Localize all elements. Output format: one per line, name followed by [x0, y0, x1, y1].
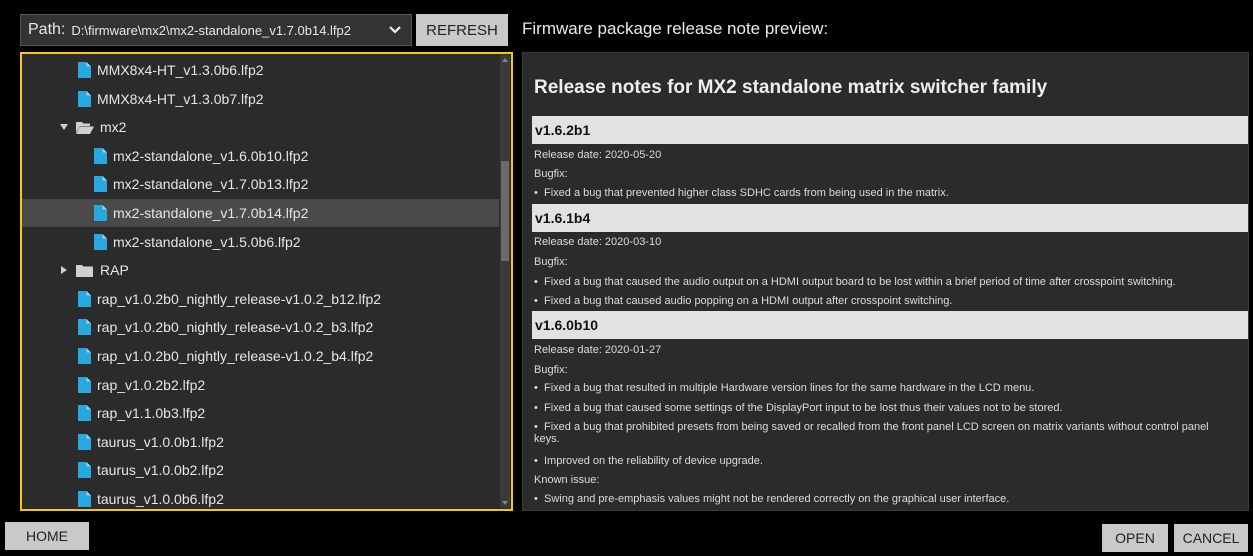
version-header: v1.6.2b1 — [532, 116, 1248, 144]
section-label: Bugfix: — [534, 256, 568, 268]
scroll-thumb[interactable] — [501, 161, 509, 261]
file-icon — [94, 205, 107, 221]
folder-open-icon — [76, 121, 94, 134]
tree-row[interactable]: mx2-standalone_v1.5.0b6.lfp2 — [22, 228, 499, 256]
path-label: Path: — [28, 21, 66, 38]
release-notes-heading: Release notes for MX2 standalone matrix … — [534, 77, 1048, 98]
note-item: • Fixed a bug that prohibited presets fro… — [534, 421, 1209, 445]
note-item: • Fixed a bug that caused audio popping o… — [534, 295, 953, 307]
release-date: Release date: 2020-03-10 — [534, 236, 662, 248]
scroll-up-arrow-icon[interactable] — [502, 57, 508, 63]
tree-row-label: mx2-standalone_v1.7.0b14.lfp2 — [113, 205, 309, 221]
tree-row-label: mx2-standalone_v1.5.0b6.lfp2 — [113, 233, 301, 250]
open-button[interactable]: OPEN — [1102, 524, 1168, 552]
release-notes-panel: Release notes for MX2 standalone matrix … — [522, 52, 1249, 511]
tree-row[interactable]: taurus_v1.0.0b2.lfp2 — [22, 456, 499, 484]
tree-scrollbar[interactable] — [500, 55, 510, 508]
tree-row[interactable]: mx2-standalone_v1.7.0b13.lfp2 — [22, 170, 499, 198]
file-icon — [94, 176, 107, 193]
version-header: v1.6.0b10 — [532, 311, 1248, 339]
caret-down-icon[interactable] — [60, 123, 68, 131]
section-label: Bugfix: — [534, 364, 568, 376]
file-icon — [94, 147, 107, 164]
version-header: v1.6.1b4 — [532, 204, 1248, 232]
tree-row-label: rap_v1.1.0b3.lfp2 — [97, 405, 206, 422]
path-value: D:\firmware\mx2\mx2-standalone_v1.7.0b14… — [71, 22, 351, 38]
cancel-button[interactable]: CANCEL — [1174, 524, 1248, 552]
tree-row[interactable]: MMX8x4-HT_v1.3.0b6.lfp2 — [22, 56, 499, 84]
file-icon — [78, 319, 91, 336]
file-icon — [78, 290, 91, 307]
tree-row[interactable]: RAP — [22, 256, 499, 284]
tree-row[interactable]: rap_v1.0.2b2.lfp2 — [22, 371, 499, 399]
tree-row[interactable]: mx2 — [22, 113, 499, 141]
tree-row-label: rap_v1.0.2b0_nightly_release-v1.0.2_b3.l… — [97, 319, 374, 336]
preview-title: Firmware package release note preview: — [522, 19, 829, 38]
file-tree: MMX8x4-HT_v1.3.0b6.lfp2 MMX8x4-HT_v1.3.0b… — [20, 52, 513, 511]
tree-row-label: MMX8x4-HT_v1.3.0b7.lfp2 — [97, 90, 264, 107]
file-icon — [78, 90, 91, 107]
file-icon — [78, 405, 91, 422]
path-select[interactable]: Path: D:\firmware\mx2\mx2-standalone_v1.… — [20, 14, 412, 46]
release-date: Release date: 2020-01-27 — [534, 344, 662, 356]
tree-row-label: taurus_v1.0.0b2.lfp2 — [97, 462, 224, 479]
caret-right-icon[interactable] — [60, 266, 68, 275]
file-icon — [94, 233, 107, 250]
note-item: • Fixed a bug that caused some settings o… — [534, 402, 1063, 414]
file-icon — [78, 62, 91, 78]
folder-icon — [76, 264, 93, 277]
tree-row[interactable]: mx2-standalone_v1.7.0b14.lfp2 — [22, 199, 499, 227]
home-button[interactable]: HOME — [5, 522, 89, 550]
note-item: • Fixed a bug that resulted in multiple H… — [534, 382, 1035, 394]
file-icon — [78, 462, 91, 479]
tree-row-label: rap_v1.0.2b2.lfp2 — [97, 376, 206, 393]
tree-row-label: mx2 — [100, 119, 127, 136]
refresh-button[interactable]: REFRESH — [416, 14, 508, 46]
tree-row[interactable]: rap_v1.1.0b3.lfp2 — [22, 399, 499, 427]
note-item: • Fixed a bug that caused the audio outpu… — [534, 276, 1176, 288]
note-item: • Improved on the reliability of device u… — [534, 455, 763, 467]
tree-row[interactable]: taurus_v1.0.0b6.lfp2 — [22, 485, 499, 509]
scroll-down-arrow-icon[interactable] — [502, 500, 508, 506]
note-item: • Swing and pre-emphasis values might not… — [534, 493, 1010, 505]
tree-row-label: mx2-standalone_v1.7.0b13.lfp2 — [113, 176, 309, 193]
tree-row[interactable]: rap_v1.0.2b0_nightly_release-v1.0.2_b12.… — [22, 285, 499, 313]
tree-row-label: rap_v1.0.2b0_nightly_release-v1.0.2_b4.l… — [97, 348, 374, 364]
file-icon — [78, 433, 91, 450]
tree-row-label: RAP — [100, 262, 129, 279]
tree-row-label: rap_v1.0.2b0_nightly_release-v1.0.2_b12.… — [97, 290, 382, 307]
note-item: • Fixed a bug that prevented higher class… — [534, 187, 949, 199]
tree-row[interactable]: rap_v1.0.2b0_nightly_release-v1.0.2_b4.l… — [22, 342, 499, 370]
chevron-down-icon — [389, 26, 401, 34]
tree-row-label: MMX8x4-HT_v1.3.0b6.lfp2 — [97, 62, 264, 78]
file-icon — [78, 348, 91, 364]
tree-row[interactable]: MMX8x4-HT_v1.3.0b7.lfp2 — [22, 85, 499, 113]
section-label: Known issue: — [534, 474, 600, 486]
tree-row-label: taurus_v1.0.0b1.lfp2 — [97, 433, 224, 450]
release-date: Release date: 2020-05-20 — [534, 149, 662, 161]
file-icon — [78, 376, 91, 393]
tree-row[interactable]: mx2-standalone_v1.6.0b10.lfp2 — [22, 142, 499, 170]
file-icon — [78, 491, 91, 507]
tree-row[interactable]: rap_v1.0.2b0_nightly_release-v1.0.2_b3.l… — [22, 313, 499, 341]
tree-row[interactable]: taurus_v1.0.0b1.lfp2 — [22, 428, 499, 456]
tree-row-label: mx2-standalone_v1.6.0b10.lfp2 — [113, 147, 309, 164]
tree-row-label: taurus_v1.0.0b6.lfp2 — [97, 491, 224, 507]
section-label: Bugfix: — [534, 168, 568, 180]
